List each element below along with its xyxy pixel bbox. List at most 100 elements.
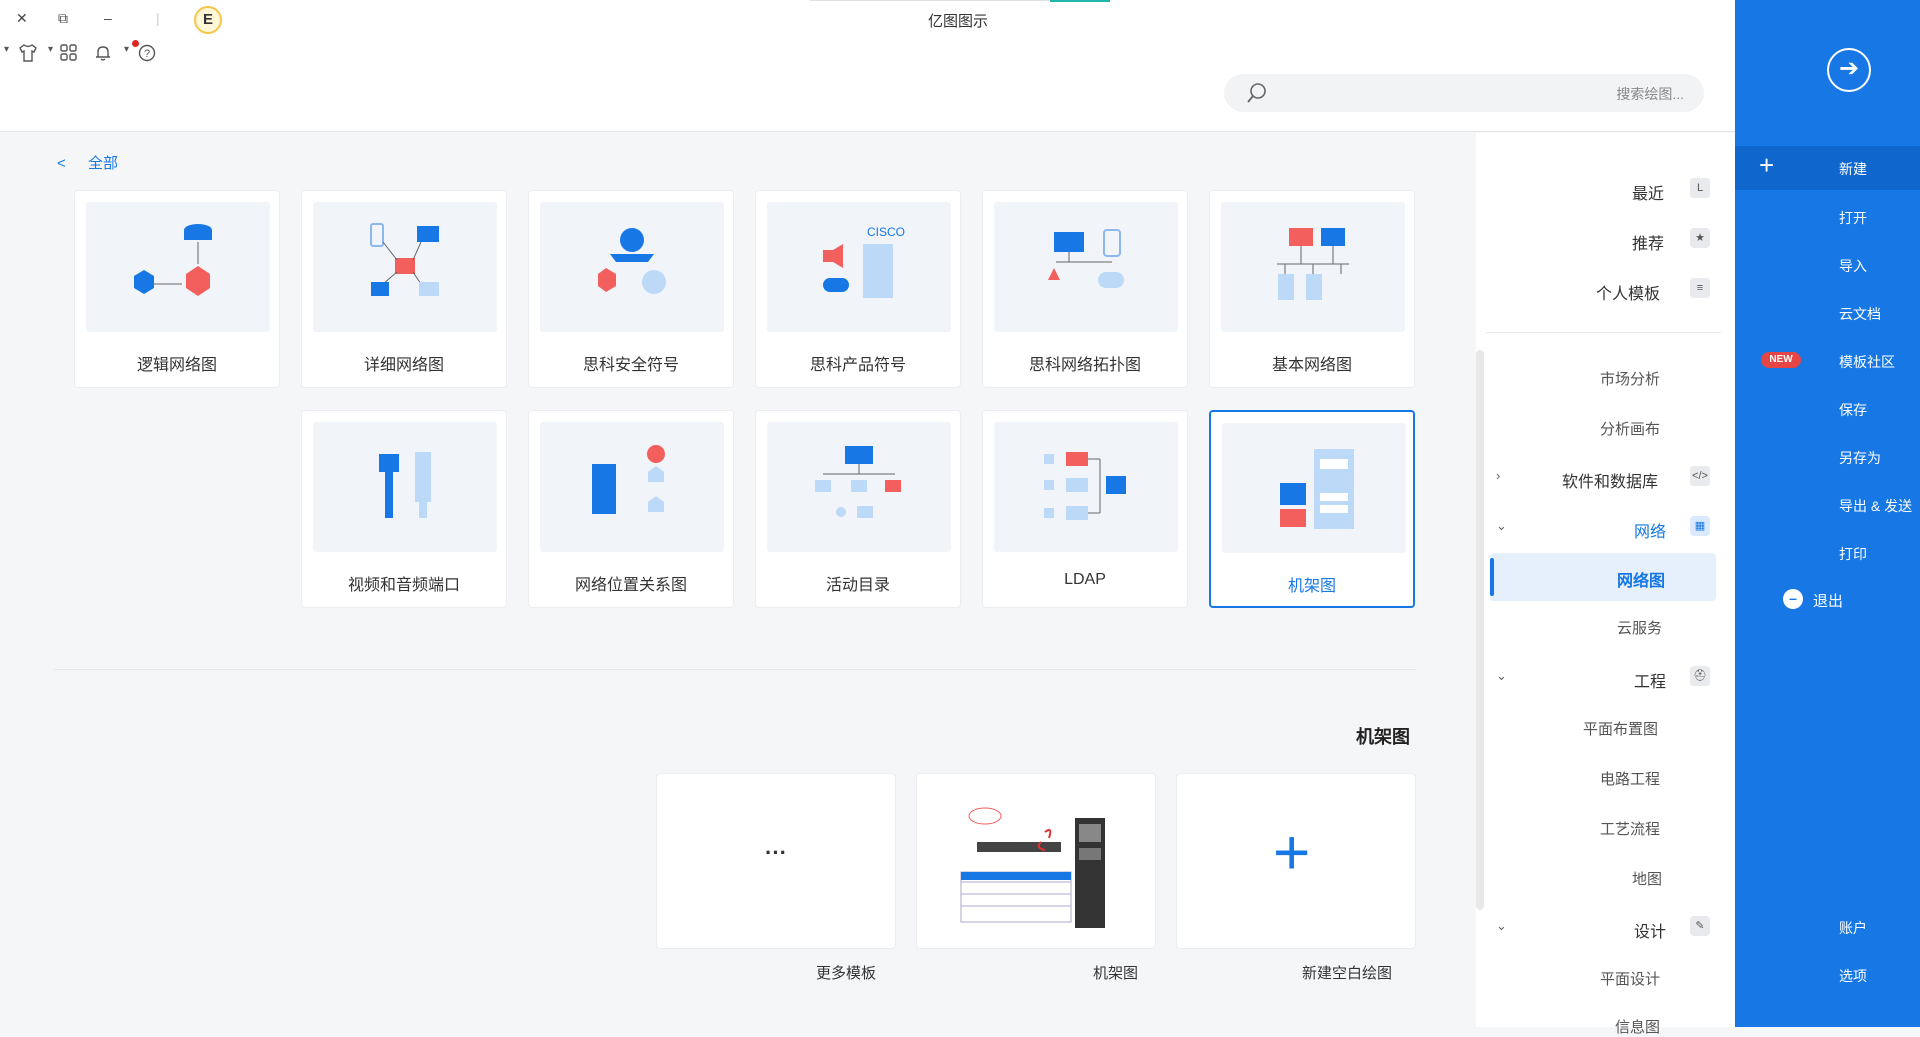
notification-dot <box>132 40 139 47</box>
nav-new-label[interactable]: 新建 <box>1839 159 1867 179</box>
ldap-thumbnail <box>994 422 1178 552</box>
category-active-bar <box>1490 558 1494 596</box>
category-market-analysis[interactable]: 市场分析 <box>1600 368 1660 389</box>
tab-strip-line <box>810 0 1050 1</box>
category-network-diagram[interactable]: 网络图 <box>1617 567 1665 591</box>
category-network[interactable]: 网络 <box>1634 518 1666 542</box>
template-label: 更多模板 <box>816 965 877 982</box>
nav-open[interactable]: 打开 <box>1839 208 1867 228</box>
app-title: 亿图图示 <box>928 13 989 30</box>
card-ldap[interactable]: LDAP <box>982 410 1188 608</box>
category-process[interactable]: 工艺流程 <box>1600 818 1660 839</box>
chevron-down-icon[interactable]: ⌄ <box>1496 668 1507 684</box>
category-electrical[interactable]: 电路工程 <box>1600 768 1660 789</box>
search-box[interactable]: 搜索绘图... <box>1224 74 1704 112</box>
shirt-icon[interactable] <box>18 44 38 66</box>
nav-template-community[interactable]: 模板社区 <box>1839 352 1895 372</box>
nav-import[interactable]: 导入 <box>1839 256 1867 276</box>
card-cisco-security[interactable]: 思科安全符号 <box>528 190 734 388</box>
main-nav: ➔ + 新建 打开 导入 云文档 NEW 模板社区 保存 另存为 导出 & 发送… <box>1735 0 1920 1027</box>
apps-icon[interactable] <box>60 44 78 66</box>
card-label: 机架图 <box>1287 578 1336 595</box>
svg-text:?: ? <box>144 48 150 60</box>
minimize-icon[interactable]: – <box>104 10 112 26</box>
card-label: 思科产品符号 <box>809 357 906 374</box>
card-detailed-network[interactable]: 详细网络图 <box>301 190 507 388</box>
card-label: 视频和音频端口 <box>347 577 460 594</box>
card-active-directory[interactable]: 活动目录 <box>755 410 961 608</box>
restore-icon[interactable]: ⧉ <box>58 10 68 27</box>
card-label: 思科安全符号 <box>582 357 679 374</box>
category-active-bg <box>1490 553 1716 601</box>
category-recommended[interactable]: 推荐 <box>1632 230 1664 254</box>
new-blank-drawing-card[interactable]: + <box>1176 773 1416 949</box>
apps-dropdown-icon[interactable]: ▾ <box>48 44 53 55</box>
chevron-left-icon[interactable]: < <box>57 155 66 172</box>
section-divider <box>54 669 1416 670</box>
cisco-topology-thumbnail <box>994 202 1178 332</box>
card-video-audio-ports[interactable]: 视频和音频端口 <box>301 410 507 608</box>
shirt-dropdown-icon[interactable]: ▾ <box>4 44 9 55</box>
nav-account[interactable]: 账户 <box>1839 918 1867 938</box>
category-analysis-canvas[interactable]: 分析画布 <box>1600 418 1660 439</box>
more-templates-card[interactable]: ··· <box>656 773 896 949</box>
active-directory-thumbnail <box>767 422 951 552</box>
exit-icon[interactable]: – <box>1783 589 1803 609</box>
card-label: LDAP <box>1064 571 1106 588</box>
network-location-thumbnail <box>540 422 724 552</box>
breadcrumb[interactable]: < 全部 <box>57 152 118 173</box>
category-graphic-design[interactable]: 平面设计 <box>1600 968 1660 989</box>
nav-export-send[interactable]: 导出 & 发送 <box>1839 496 1912 516</box>
card-label: 思科网络拓扑图 <box>1028 357 1141 374</box>
card-label: 网络位置关系图 <box>574 577 687 594</box>
rack-template-card[interactable] <box>916 773 1156 949</box>
plus-icon[interactable]: + <box>1759 150 1774 181</box>
category-floor-plan[interactable]: 平面布置图 <box>1583 718 1658 739</box>
tab-indicator <box>1050 0 1110 2</box>
category-divider <box>1486 332 1721 333</box>
bell-icon[interactable] <box>94 44 112 66</box>
card-label: 活动目录 <box>825 577 890 594</box>
category-map[interactable]: 地图 <box>1632 868 1662 889</box>
close-icon[interactable]: ✕ <box>16 10 28 27</box>
engineering-icon: ⛑ <box>1690 666 1710 686</box>
card-basic-network[interactable]: 基本网络图 <box>1209 190 1415 388</box>
card-cisco-products[interactable]: CISCO 思科产品符号 <box>755 190 961 388</box>
user-avatar[interactable]: E <box>194 6 222 34</box>
category-engineering[interactable]: 工程 <box>1634 668 1666 692</box>
category-recent[interactable]: 最近 <box>1632 180 1664 204</box>
breadcrumb-all[interactable]: 全部 <box>88 155 118 172</box>
card-network-location[interactable]: 网络位置关系图 <box>528 410 734 608</box>
chevron-down-icon[interactable]: ⌄ <box>1496 918 1507 934</box>
help-dropdown-icon[interactable]: ▾ <box>124 44 129 55</box>
search-icon[interactable] <box>1246 82 1268 104</box>
card-logical-network[interactable]: 逻辑网络图 <box>74 190 280 388</box>
help-icon[interactable]: ? <box>138 44 156 66</box>
plus-icon[interactable]: + <box>1273 820 1310 884</box>
nav-exit[interactable]: 退出 <box>1813 590 1843 611</box>
chevron-down-icon[interactable]: ⌄ <box>1496 518 1507 534</box>
nav-new[interactable]: + 新建 <box>1735 146 1920 190</box>
nav-save[interactable]: 保存 <box>1839 400 1867 420</box>
software-db-icon: </> <box>1690 466 1710 486</box>
category-design[interactable]: 设计 <box>1634 918 1666 942</box>
rack-template-preview <box>960 807 1105 928</box>
chevron-right-icon[interactable]: › <box>1496 468 1500 483</box>
nav-options[interactable]: 选项 <box>1839 966 1867 986</box>
nav-save-as[interactable]: 另存为 <box>1839 448 1881 468</box>
section-title: 机架图 <box>1356 727 1410 747</box>
card-cisco-topology[interactable]: 思科网络拓扑图 <box>982 190 1188 388</box>
category-personal[interactable]: 个人模板 <box>1596 280 1660 304</box>
search-placeholder[interactable]: 搜索绘图... <box>1616 84 1684 104</box>
network-icon: ▦ <box>1690 516 1710 536</box>
nav-cloud-docs[interactable]: 云文档 <box>1839 304 1881 324</box>
more-icon[interactable]: ··· <box>657 840 895 866</box>
category-software-db[interactable]: 软件和数据库 <box>1562 468 1658 492</box>
category-cloud-service[interactable]: 云服务 <box>1617 617 1662 638</box>
star-icon: ★ <box>1690 228 1710 248</box>
nav-print[interactable]: 打印 <box>1839 544 1867 564</box>
card-rack-diagram[interactable]: 机架图 <box>1209 410 1415 608</box>
cisco-products-thumbnail: CISCO <box>767 202 951 332</box>
back-arrow-icon[interactable]: ➔ <box>1827 48 1871 92</box>
category-scrollbar[interactable] <box>1476 350 1484 910</box>
